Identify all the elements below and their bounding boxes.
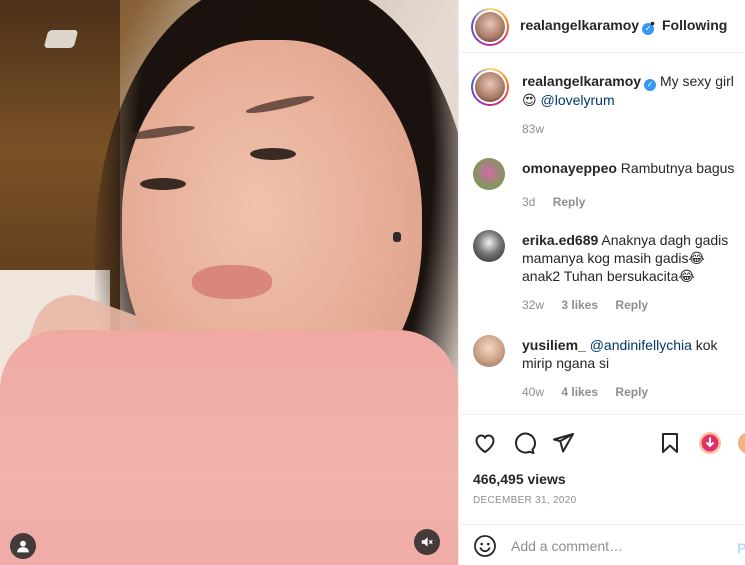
user-icon [17,540,29,553]
post-side-panel: realangelkaramoy ✓ • Following realangelk… [458,0,745,565]
commenter-avatar[interactable] [473,335,505,367]
comments-list[interactable]: realangelkaramoy ✓ My sexy girl 😍 @lovely… [459,54,745,414]
subject-earring [393,232,401,242]
caption-mention[interactable]: @lovelyrum [541,92,615,108]
comment-icon [515,432,536,454]
post-video[interactable] [0,0,458,565]
comment-meta: 3d Reply [522,195,599,209]
comment-time[interactable]: 40w [522,385,544,399]
caption-username[interactable]: realangelkaramoy [522,73,641,89]
add-comment-bar: Post [459,524,745,565]
comment-reply-button[interactable]: Reply [615,298,648,312]
subject-eye-left [140,178,186,190]
emoji-button[interactable] [473,534,497,563]
commenter-username[interactable]: yusiliem_ [522,337,586,353]
comment-likes[interactable]: 4 likes [561,385,598,399]
comment-time[interactable]: 32w [522,298,544,312]
following-button[interactable]: Following [662,17,727,33]
paper-plane-icon [553,433,574,453]
author-username[interactable]: realangelkaramoy ✓ [520,17,655,35]
subject-lips [192,265,272,299]
subject-eye-right [250,148,296,160]
verified-icon: ✓ [644,79,657,91]
post-header: realangelkaramoy ✓ • Following [459,0,745,53]
speaker-muted-icon [421,537,433,547]
comment-text: Rambutnya bagus [620,160,735,176]
comment-likes[interactable]: 3 likes [561,298,598,312]
post-actions: 466,495 views DECEMBER 31, 2020 [459,414,745,524]
download-extension-button[interactable] [737,431,745,455]
comment-mention[interactable]: @andinifellychia [590,337,692,353]
caption-avatar[interactable] [471,68,509,106]
like-button[interactable] [473,431,497,455]
tagged-users-button[interactable] [10,533,36,559]
comment-reply-button[interactable]: Reply [615,385,648,399]
comment-time[interactable]: 3d [522,195,535,209]
download-icon [699,432,721,454]
view-count[interactable]: 466,495 views [473,471,566,487]
caption-time[interactable]: 83w [522,122,544,136]
commenter-username[interactable]: omonayeppeo [522,160,617,176]
share-button[interactable] [551,431,575,455]
comment-meta: 40w 4 likes Reply [522,385,662,399]
comment-button[interactable] [512,431,536,455]
commenter-username[interactable]: erika.ed689 [522,232,598,248]
mute-button[interactable] [414,529,440,555]
separator-dot: • [650,15,655,31]
ceiling-light [43,30,79,48]
comment-reply-button[interactable]: Reply [553,195,586,209]
comment-meta: 32w 3 likes Reply [522,298,662,312]
commenter-avatar[interactable] [473,158,505,190]
heart-icon [475,434,495,454]
author-avatar[interactable] [471,8,509,46]
post-comment-button[interactable]: Post [737,540,745,556]
download-icon [738,432,745,454]
smiley-icon [474,535,496,557]
download-button[interactable] [698,431,722,455]
comment-input[interactable] [511,533,721,559]
bookmark-icon [662,433,678,453]
commenter-avatar[interactable] [473,230,505,262]
subject-shirt [0,330,458,565]
post-date: DECEMBER 31, 2020 [473,495,577,506]
save-button[interactable] [658,431,682,455]
